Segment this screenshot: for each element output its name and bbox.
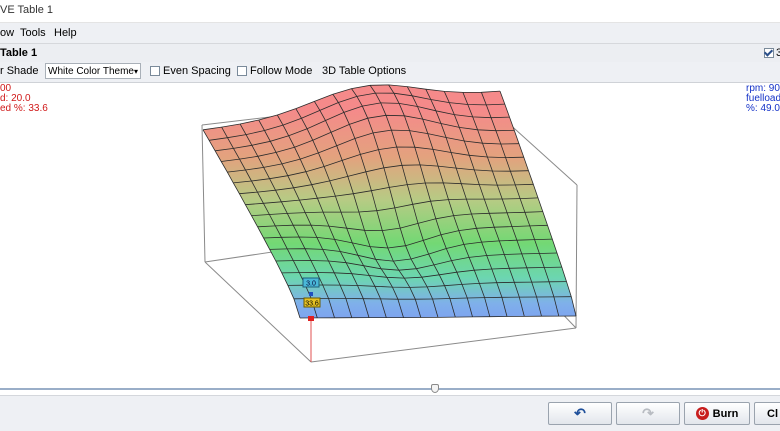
- menu-window[interactable]: ow: [0, 27, 14, 39]
- even-spacing-label: Even Spacing: [163, 65, 231, 77]
- undo-button[interactable]: ↶: [548, 402, 612, 425]
- cursor-base-point: [308, 316, 314, 321]
- undo-icon: ↶: [574, 405, 586, 421]
- color-theme-value: White Color Theme: [48, 66, 134, 77]
- menu-help[interactable]: Help: [54, 27, 77, 39]
- rotation-slider-track[interactable]: [0, 388, 780, 390]
- checkbox-icon[interactable]: [150, 66, 160, 76]
- table-options-link[interactable]: 3D Table Options: [322, 65, 406, 77]
- cursor-top-value: 3.0: [306, 281, 316, 288]
- redo-button[interactable]: ↷: [616, 402, 680, 425]
- menu-tools[interactable]: Tools: [20, 27, 46, 39]
- power-icon: ⏻: [695, 407, 709, 420]
- checkbox-icon[interactable]: [237, 66, 247, 76]
- toggle-3d-checkbox[interactable]: 3: [764, 47, 780, 59]
- window-title: VE Table 1: [0, 4, 54, 16]
- panel-title: Table 1: [0, 47, 38, 59]
- burn-button[interactable]: ⏻ Burn: [684, 402, 750, 425]
- table-options-label: 3D Table Options: [322, 65, 407, 77]
- toggle-3d-label: 3: [776, 47, 780, 59]
- shade-option[interactable]: r Shade: [0, 65, 39, 77]
- title-bar: VE Table 1: [0, 0, 780, 23]
- cursor-bottom-value: 33.6: [305, 301, 319, 308]
- burn-label: Burn: [712, 407, 739, 420]
- shade-label: r Shade: [0, 65, 39, 77]
- close-button[interactable]: Cl: [754, 402, 780, 425]
- follow-mode-label: Follow Mode: [250, 65, 313, 77]
- surface-plot-area[interactable]: 00 d: 20.0 ed %: 33.6 rpm: 90 fuelload %…: [0, 83, 780, 381]
- menu-bar: ow Tools Help: [0, 23, 780, 43]
- ve-table-3d-surface[interactable]: 3.0 33.6: [0, 83, 780, 381]
- checkbox-checked-icon[interactable]: [764, 48, 774, 58]
- table-panel-header: Table 1 3: [0, 43, 780, 64]
- view-toolbar: r Shade White Color Theme ▾ Even Spacing…: [0, 62, 780, 83]
- follow-mode-checkbox[interactable]: Follow Mode: [237, 65, 312, 77]
- rotation-slider-thumb[interactable]: [431, 384, 439, 393]
- bottom-button-bar: ↶ ↷ ⏻ Burn Cl: [0, 395, 780, 431]
- chevron-down-icon: ▾: [133, 67, 138, 76]
- even-spacing-checkbox[interactable]: Even Spacing: [150, 65, 231, 77]
- close-label: Cl: [767, 407, 778, 420]
- color-theme-select[interactable]: White Color Theme ▾: [45, 63, 141, 79]
- cursor-point: [309, 292, 313, 296]
- redo-icon: ↷: [642, 405, 654, 421]
